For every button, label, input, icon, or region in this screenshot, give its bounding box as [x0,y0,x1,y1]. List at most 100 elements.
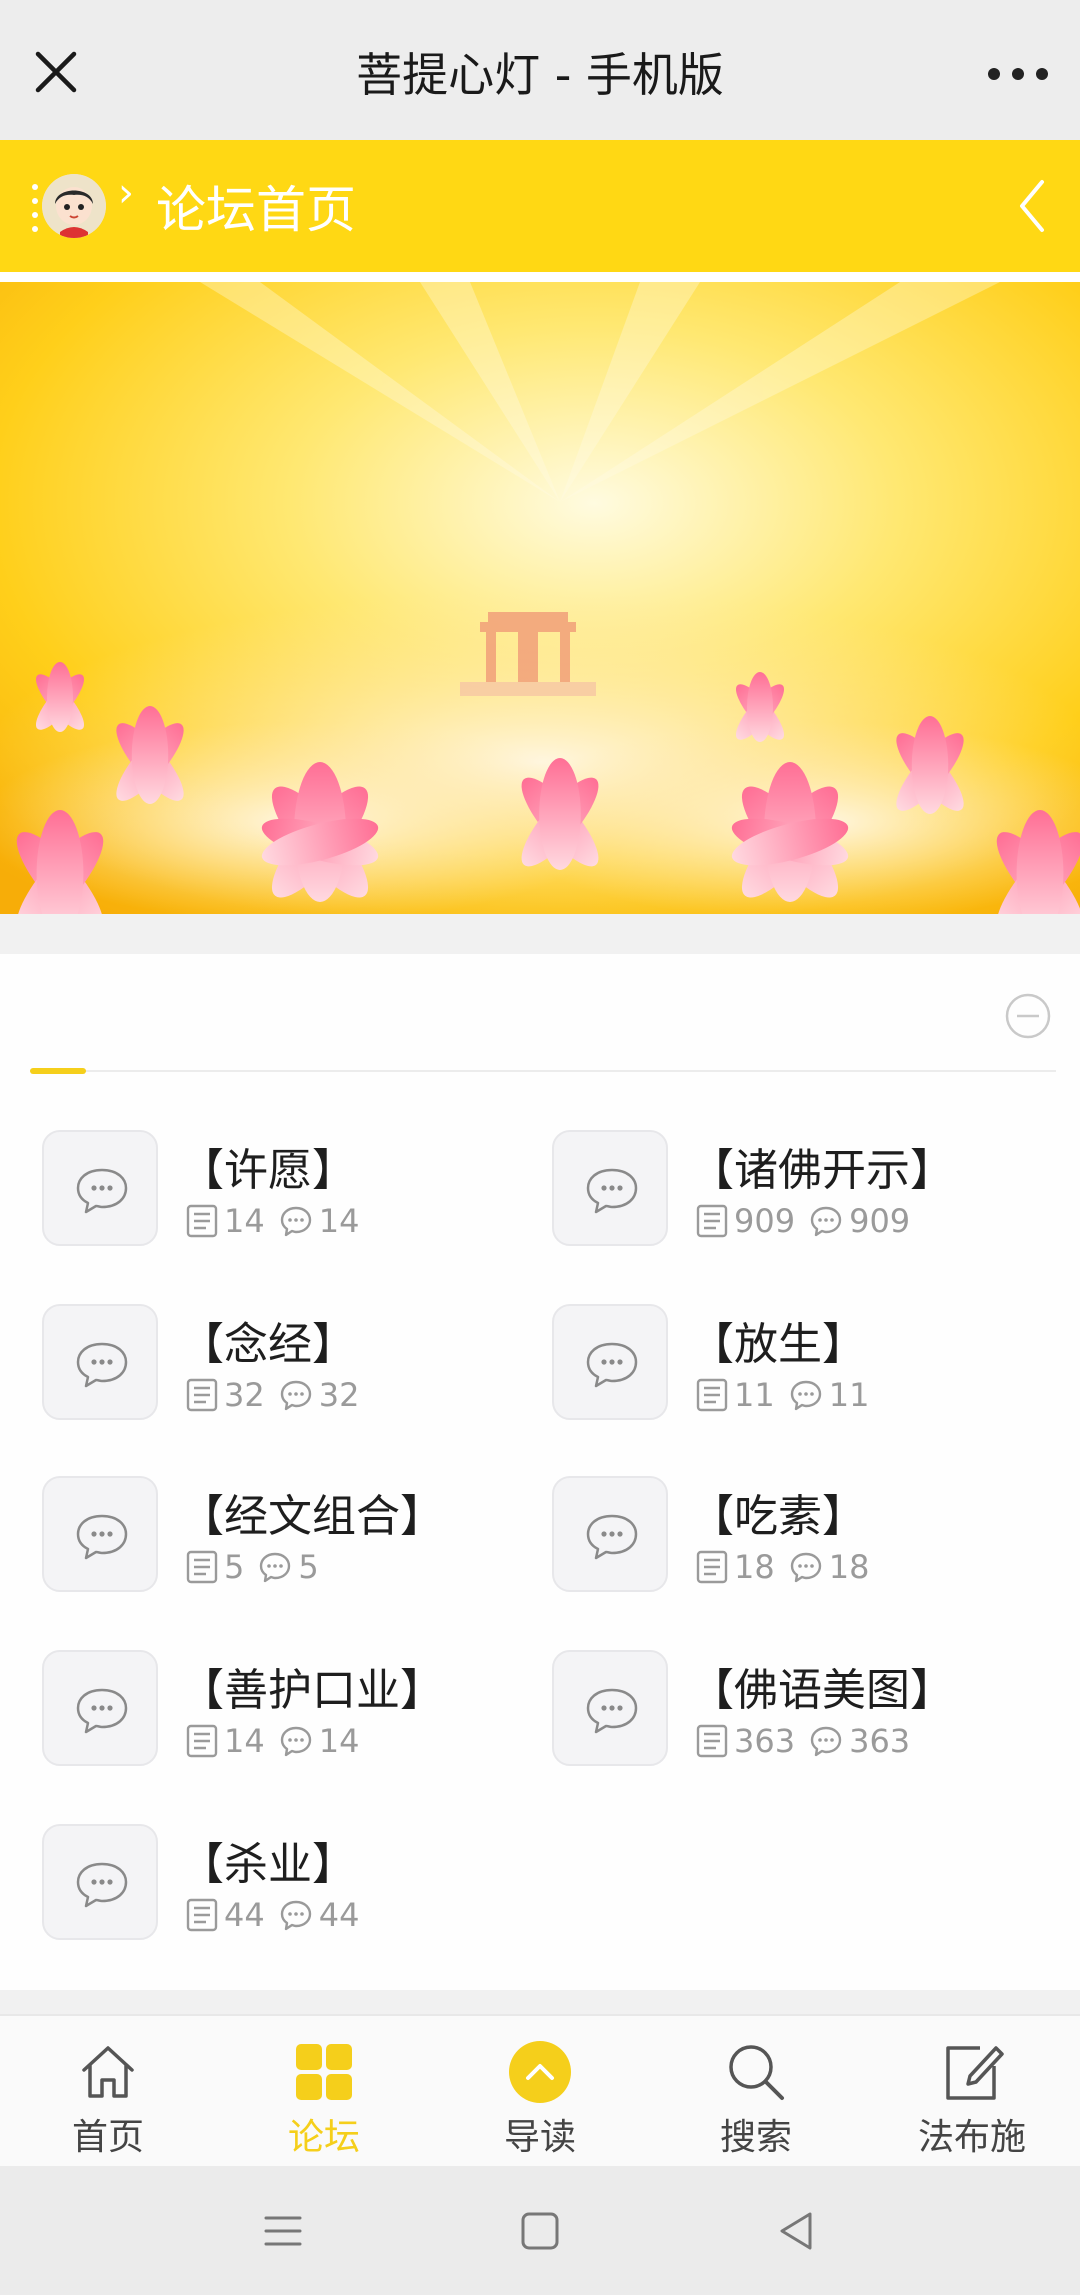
threads-icon [696,1550,728,1584]
tab-underline [30,1070,1056,1072]
chat-bubble-icon [552,1650,668,1766]
edit-icon [946,2046,1004,2100]
chat-bubble-icon [42,1476,158,1592]
posts-icon [809,1724,843,1758]
forum-name[interactable]: 【诸佛开示】 [690,1134,954,1198]
nav-label: 搜索 [719,2117,792,2158]
chat-bubble-icon [42,1304,158,1420]
breadcrumb-forum-home[interactable]: 论坛首页 [156,170,356,242]
post-count: 11 [828,1376,870,1414]
threads-icon [186,1724,218,1758]
forum-item[interactable]: 【佛语美图】 363 363 [540,1650,1040,1774]
threads-icon [186,1550,218,1584]
posts-icon [279,1378,313,1412]
chat-bubble-icon [42,1130,158,1246]
nav-item-guide[interactable]: 导读 [432,2016,648,2168]
post-count: 5 [298,1548,319,1586]
forum-name[interactable]: 【放生】 [690,1308,866,1372]
posts-icon [258,1550,292,1584]
chat-bubble-icon [552,1130,668,1246]
forum-item[interactable]: 【许愿】 14 14 [30,1130,530,1254]
nav-item-donate[interactable]: 法布施 [864,2016,1080,2168]
nav-item-search[interactable]: 搜索 [648,2016,864,2168]
forum-list-section: 【许愿】 14 14 【诸佛开示】 909 909 【念经】 32 32 【放生】 11 11 【经文组… [0,954,1080,1990]
bottom-nav: 首页 论坛 导读 搜索 法布施 [0,2014,1080,2166]
forum-name[interactable]: 【念经】 [180,1308,356,1372]
thread-count: 32 [224,1376,265,1414]
nav-item-forum[interactable]: 论坛 [216,2016,432,2168]
forum-item[interactable]: 【善护口业】 14 14 [30,1650,530,1774]
breadcrumb-separator-icon: › [118,170,134,216]
post-count: 909 [849,1202,911,1240]
section-divider [0,914,1080,954]
back-triangle-icon[interactable] [772,2206,822,2256]
posts-icon [279,1724,313,1758]
posts-icon [279,1898,313,1932]
banner-image [0,282,1080,914]
back-icon[interactable] [1012,176,1052,236]
section-divider [0,1990,1080,2014]
forum-item[interactable]: 【吃素】 18 18 [540,1476,1040,1600]
forum-item[interactable]: 【经文组合】 5 5 [30,1476,530,1600]
active-tab-indicator [30,1068,86,1074]
forum-name[interactable]: 【吃素】 [690,1480,866,1544]
chat-bubble-icon [42,1824,158,1940]
avatar[interactable] [42,174,106,238]
thread-count: 44 [224,1896,265,1934]
threads-icon [186,1204,218,1238]
post-count: 32 [318,1376,360,1414]
collapse-icon[interactable] [1004,992,1052,1040]
home-square-icon[interactable] [515,2206,565,2256]
forum-header: › 论坛首页 [0,140,1080,272]
threads-icon [696,1724,728,1758]
chat-bubble-icon [42,1650,158,1766]
thread-count: 909 [734,1202,796,1240]
forum-item[interactable]: 【念经】 32 32 [30,1304,530,1428]
thread-count: 14 [224,1202,265,1240]
nav-label: 论坛 [287,2117,360,2158]
thread-count: 14 [224,1722,265,1760]
forum-stats: 32 32 [186,1376,359,1414]
drag-handle-icon [32,184,40,232]
threads-icon [696,1378,728,1412]
forum-item[interactable]: 【放生】 11 11 [540,1304,1040,1428]
search-icon [729,2045,784,2100]
chat-bubble-icon [552,1304,668,1420]
forum-stats: 55 [186,1548,319,1586]
threads-icon [696,1204,728,1238]
post-count: 44 [318,1896,360,1934]
thread-count: 5 [224,1548,245,1586]
chat-bubble-icon [552,1476,668,1592]
posts-icon [279,1204,313,1238]
forum-stats: 14 14 [186,1202,359,1240]
nav-label: 首页 [71,2117,144,2158]
forum-item[interactable]: 【杀业】 44 44 [30,1824,530,1948]
thread-count: 11 [734,1376,775,1414]
nav-label: 导读 [503,2117,576,2158]
home-icon [82,2046,134,2098]
post-count: 14 [318,1722,360,1760]
posts-icon [789,1550,823,1584]
threads-icon [186,1898,218,1932]
forum-name[interactable]: 【善护口业】 [180,1654,444,1718]
posts-icon [809,1204,843,1238]
forum-item[interactable]: 【诸佛开示】 909 909 [540,1130,1040,1254]
chevron-up-circle-icon [509,2041,571,2103]
system-nav-bar [0,2166,1080,2295]
forum-stats: 44 44 [186,1896,359,1934]
more-options-icon[interactable] [988,60,1048,88]
menu-icon[interactable] [258,2206,308,2256]
forum-stats: 363 363 [696,1722,910,1760]
forum-name[interactable]: 【经文组合】 [180,1480,444,1544]
nav-item-home[interactable]: 首页 [0,2016,216,2168]
grid-icon [296,2044,352,2100]
divider [0,272,1080,282]
forum-stats: 18 18 [696,1548,869,1586]
forum-name[interactable]: 【佛语美图】 [690,1654,954,1718]
app-title-bar: 菩提心灯 - 手机版 [0,0,1080,140]
forum-stats: 909 909 [696,1202,910,1240]
forum-name[interactable]: 【许愿】 [180,1134,356,1198]
forum-name[interactable]: 【杀业】 [180,1828,356,1892]
post-count: 18 [828,1548,870,1586]
post-count: 363 [849,1722,911,1760]
